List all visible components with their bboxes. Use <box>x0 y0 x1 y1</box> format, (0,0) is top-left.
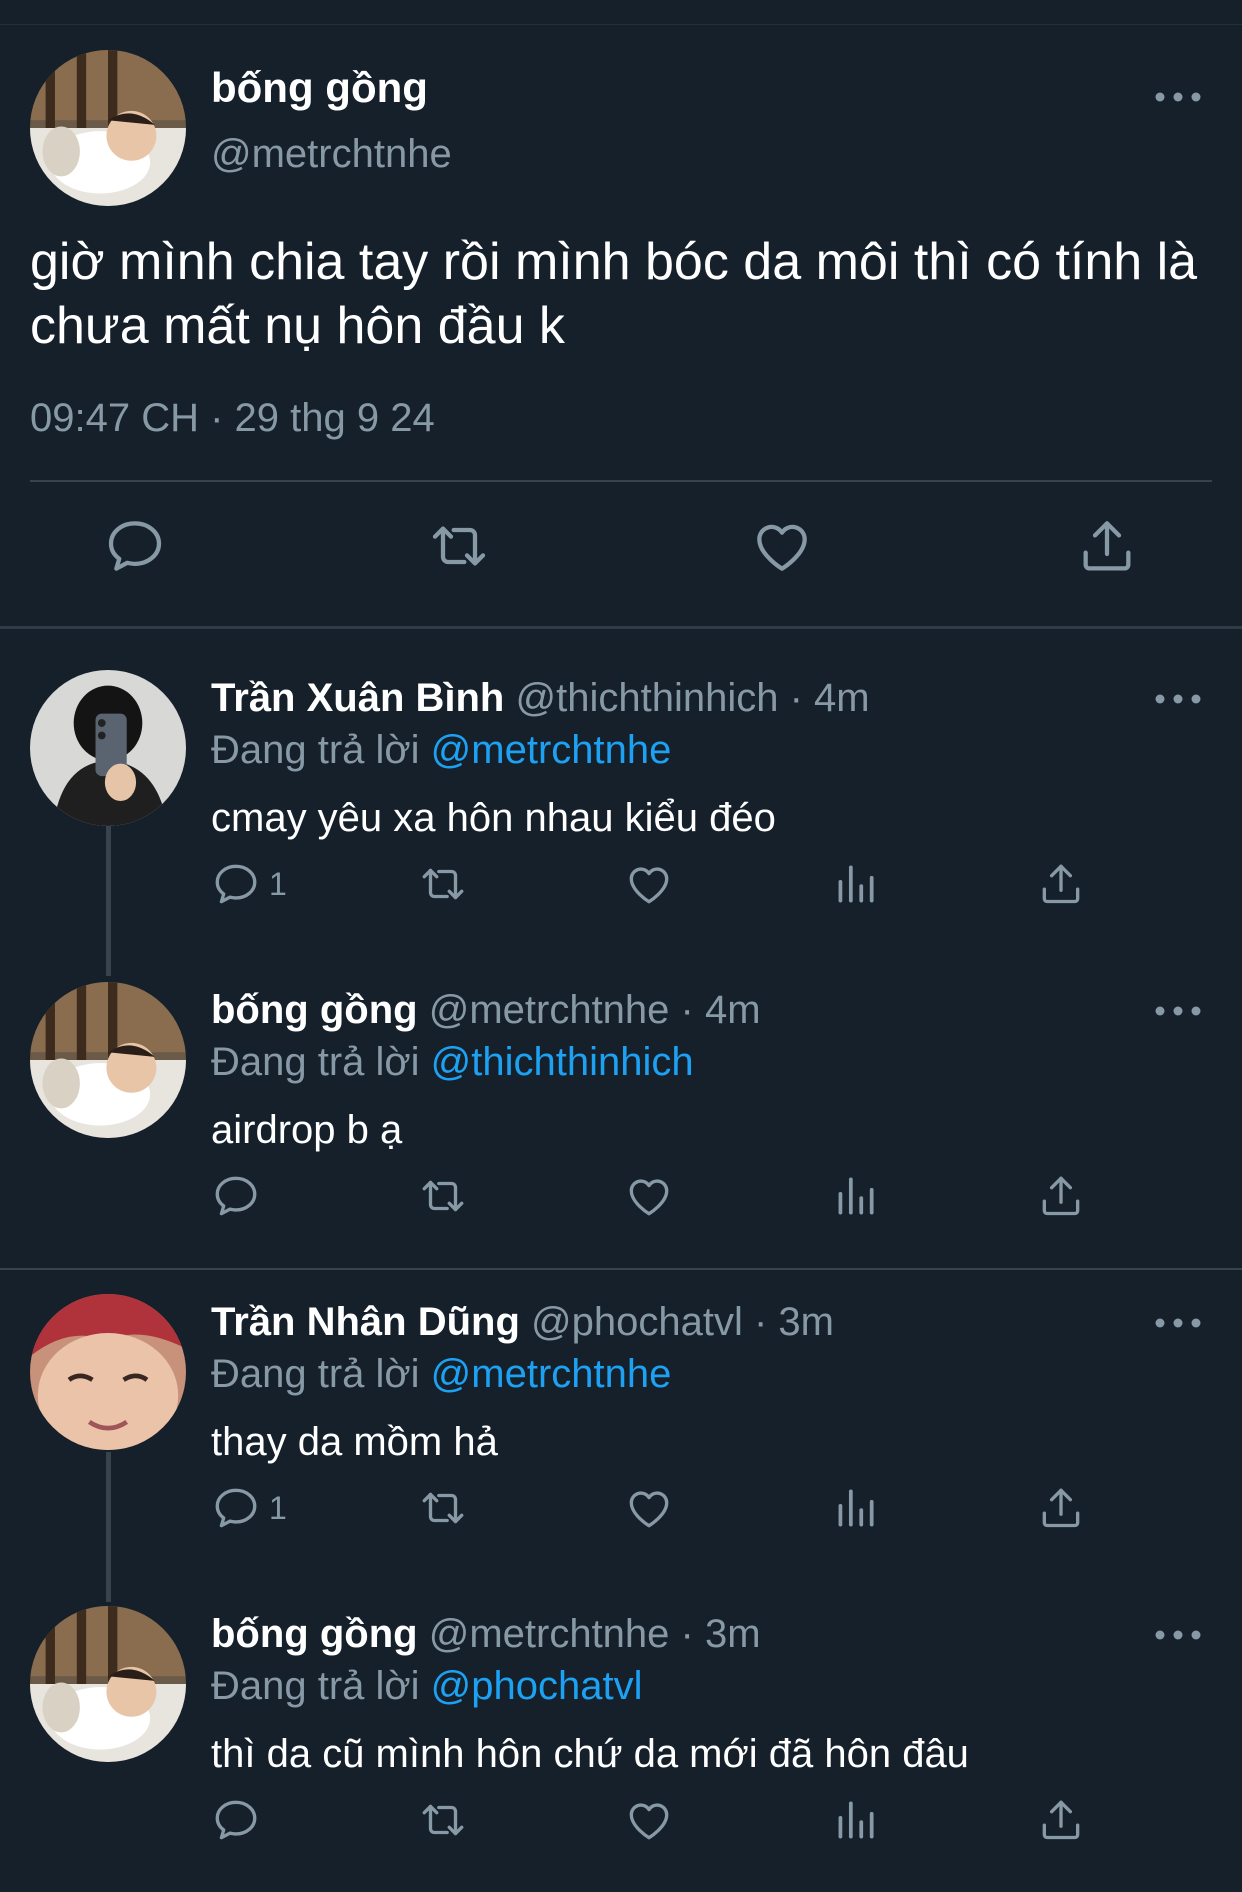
reply-button[interactable] <box>211 1170 269 1222</box>
reply-text: thì da cũ mình hôn chứ da mới đã hôn đâu <box>211 1732 969 1776</box>
mention-link[interactable]: @thichthinhich <box>431 1040 694 1084</box>
mention-link[interactable]: @phochatvl <box>431 1664 643 1708</box>
share-icon[interactable] <box>1075 514 1139 578</box>
retweet-icon[interactable] <box>427 514 491 578</box>
reply-icon <box>211 1795 261 1845</box>
like-icon[interactable] <box>624 1170 674 1222</box>
replying-prefix: Đang trả lời <box>211 1040 420 1084</box>
like-icon[interactable] <box>750 514 814 578</box>
author-handle-time[interactable]: @metrchtnhe · 3m <box>429 1612 761 1656</box>
replying-to: Đang trả lời @phochatvl <box>211 1664 643 1709</box>
reply-icon <box>211 1171 261 1221</box>
share-icon[interactable] <box>1036 1794 1086 1846</box>
more-options-icon[interactable] <box>1148 1308 1208 1338</box>
reply-button[interactable] <box>211 1794 269 1846</box>
tweet-timestamp[interactable]: 09:47 CH · 29 thg 9 24 <box>30 396 435 441</box>
replying-prefix: Đang trả lời <box>211 728 420 772</box>
avatar[interactable] <box>30 982 186 1138</box>
divider <box>30 480 1212 482</box>
reply-text: cmay yêu xa hôn nhau kiểu đéo <box>211 796 776 840</box>
reply-actions <box>0 1794 1242 1854</box>
replying-prefix: Đang trả lời <box>211 1352 420 1396</box>
reply-button[interactable]: 1 <box>211 1482 287 1534</box>
tweet-actions <box>0 514 1242 594</box>
share-icon[interactable] <box>1036 1170 1086 1222</box>
more-options-icon[interactable] <box>1148 996 1208 1026</box>
author-name[interactable]: Trần Xuân Bình <box>211 676 504 720</box>
reply-header: bống gồng @metrchtnhe · 4m <box>211 988 761 1033</box>
reply-text: airdrop b ạ <box>211 1108 403 1152</box>
reply-actions: 1 <box>0 1482 1242 1542</box>
main-tweet: bống gồng @metrchtnhe giờ mình chia tay … <box>0 24 1242 629</box>
reply-count: 1 <box>269 1489 287 1526</box>
like-icon[interactable] <box>624 1794 674 1846</box>
replying-to: Đang trả lời @thichthinhich <box>211 1040 694 1085</box>
reply-header: bống gồng @metrchtnhe · 3m <box>211 1612 761 1657</box>
views-icon[interactable] <box>830 1482 880 1534</box>
reply-icon <box>211 859 261 909</box>
author-name[interactable]: bống gồng <box>211 988 418 1032</box>
replying-to: Đang trả lời @metrchtnhe <box>211 728 671 773</box>
reply-header: Trần Nhân Dũng @phochatvl · 3m <box>211 1300 834 1345</box>
tweet-text: giờ mình chia tay rồi mình bóc da môi th… <box>30 233 1198 355</box>
reply-actions: 1 <box>0 858 1242 918</box>
more-options-icon[interactable] <box>1148 684 1208 714</box>
avatar[interactable] <box>30 670 186 826</box>
reply-icon[interactable] <box>103 514 167 578</box>
reply-tweet[interactable]: Trần Nhân Dũng @phochatvl · 3m Đang trả … <box>0 1250 1242 1562</box>
author-handle[interactable]: @metrchtnhe <box>211 132 452 177</box>
top-border <box>0 0 1242 25</box>
like-icon[interactable] <box>624 1482 674 1534</box>
retweet-icon[interactable] <box>418 1794 468 1846</box>
reply-tweet[interactable]: bống gồng @metrchtnhe · 4m Đang trả lời … <box>0 938 1242 1268</box>
reply-tweet[interactable]: Trần Xuân Bình @thichthinhich · 4m Đang … <box>0 626 1242 938</box>
avatar[interactable] <box>30 1294 186 1450</box>
views-icon[interactable] <box>830 1794 880 1846</box>
author-name[interactable]: Trần Nhân Dũng <box>211 1300 520 1344</box>
mention-link[interactable]: @metrchtnhe <box>431 728 672 772</box>
views-icon[interactable] <box>830 858 880 910</box>
author-handle-time[interactable]: @phochatvl · 3m <box>531 1300 834 1344</box>
reply-actions <box>0 1170 1242 1230</box>
replying-to: Đang trả lời @metrchtnhe <box>211 1352 671 1397</box>
share-icon[interactable] <box>1036 1482 1086 1534</box>
reply-text: thay da mồm hả <box>211 1420 498 1464</box>
avatar[interactable] <box>30 1606 186 1762</box>
reply-button[interactable]: 1 <box>211 858 287 910</box>
views-icon[interactable] <box>830 1170 880 1222</box>
author-name[interactable]: bống gồng <box>211 64 428 112</box>
retweet-icon[interactable] <box>418 1170 468 1222</box>
author-name[interactable]: bống gồng <box>211 1612 418 1656</box>
reply-count: 1 <box>269 865 287 902</box>
retweet-icon[interactable] <box>418 1482 468 1534</box>
like-icon[interactable] <box>624 858 674 910</box>
reply-tweet[interactable]: bống gồng @metrchtnhe · 3m Đang trả lời … <box>0 1562 1242 1892</box>
retweet-icon[interactable] <box>418 858 468 910</box>
more-options-icon[interactable] <box>1148 1620 1208 1650</box>
more-options-icon[interactable] <box>1148 82 1208 112</box>
share-icon[interactable] <box>1036 858 1086 910</box>
author-handle-time[interactable]: @metrchtnhe · 4m <box>429 988 761 1032</box>
mention-link[interactable]: @metrchtnhe <box>431 1352 672 1396</box>
reply-icon <box>211 1483 261 1533</box>
avatar[interactable] <box>30 50 186 206</box>
reply-header: Trần Xuân Bình @thichthinhich · 4m <box>211 676 870 721</box>
replying-prefix: Đang trả lời <box>211 1664 420 1708</box>
author-handle-time[interactable]: @thichthinhich · 4m <box>515 676 869 720</box>
